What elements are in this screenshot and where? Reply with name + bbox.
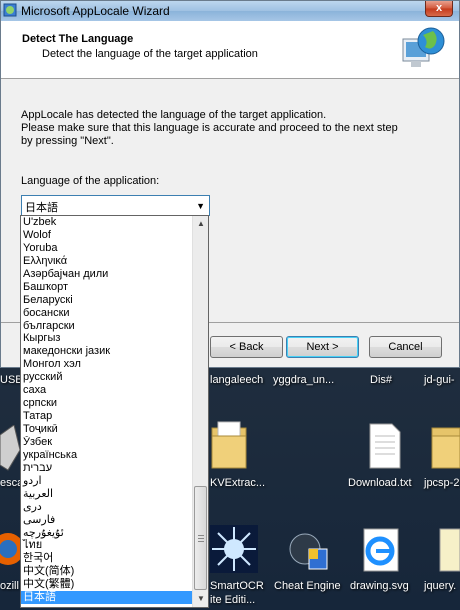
selected-language: 日本語 bbox=[25, 202, 58, 214]
desktop-icon-label[interactable]: Dis# bbox=[370, 374, 392, 386]
desktop-icon-label[interactable]: SmartOCR bbox=[210, 580, 264, 592]
dropdown-option[interactable]: українська bbox=[21, 449, 192, 462]
instruction-line: Please make sure that this language is a… bbox=[21, 122, 398, 134]
dropdown-option[interactable]: български bbox=[21, 320, 192, 333]
language-label: Language of the application: bbox=[21, 175, 160, 187]
dropdown-option[interactable]: עברית bbox=[21, 462, 192, 475]
desktop-icon-label[interactable]: Cheat Engine bbox=[274, 580, 341, 592]
dropdown-option[interactable]: Wolof bbox=[21, 229, 192, 242]
dropdown-option[interactable]: саха bbox=[21, 384, 192, 397]
close-button[interactable]: x bbox=[425, 1, 453, 17]
desktop-icon-label[interactable]: ozill bbox=[0, 580, 19, 592]
window-title: Microsoft AppLocale Wizard bbox=[21, 4, 170, 18]
dropdown-option[interactable]: 中文(简体) bbox=[21, 565, 192, 578]
scrollbar-thumb[interactable] bbox=[194, 486, 207, 590]
scrollbar[interactable]: ▲ ▼ bbox=[192, 216, 208, 607]
cancel-button[interactable]: Cancel bbox=[369, 336, 442, 358]
dropdown-option[interactable]: Yoruba bbox=[21, 242, 192, 255]
desktop-icon-label[interactable]: ite Editi... bbox=[210, 594, 255, 606]
dropdown-option[interactable]: Татар bbox=[21, 410, 192, 423]
desktop-icon-label[interactable]: yggdra_un... bbox=[273, 374, 334, 386]
desktop-icon-label[interactable]: jd-gui- bbox=[424, 374, 455, 386]
ie-icon[interactable] bbox=[360, 527, 404, 573]
dropdown-option[interactable]: 한국어 bbox=[21, 552, 192, 565]
dropdown-option[interactable]: македонски јазик bbox=[21, 345, 192, 358]
folder-icon[interactable] bbox=[210, 420, 250, 470]
page-subtitle: Detect the language of the target applic… bbox=[42, 48, 258, 60]
wizard-header: Detect The Language Detect the language … bbox=[1, 21, 459, 79]
dropdown-option[interactable]: U'zbek bbox=[21, 216, 192, 229]
instruction-line: by pressing "Next". bbox=[21, 135, 114, 147]
dropdown-option[interactable]: босански bbox=[21, 307, 192, 320]
title-bar[interactable]: Microsoft AppLocale Wizard x bbox=[1, 1, 459, 21]
back-button[interactable]: < Back bbox=[210, 336, 283, 358]
dropdown-option[interactable]: Башҡорт bbox=[21, 281, 192, 294]
dropdown-option[interactable]: русский bbox=[21, 371, 192, 384]
instruction-line: AppLocale has detected the language of t… bbox=[21, 109, 327, 121]
chevron-down-icon[interactable]: ▼ bbox=[196, 201, 205, 211]
dropdown-option[interactable]: Ўзбек bbox=[21, 436, 192, 449]
scroll-up-arrow-icon[interactable]: ▲ bbox=[193, 216, 209, 232]
smartocr-icon[interactable] bbox=[210, 525, 258, 573]
folder-icon[interactable] bbox=[430, 420, 460, 470]
dropdown-option[interactable]: دری bbox=[21, 501, 192, 514]
scroll-down-arrow-icon[interactable]: ▼ bbox=[193, 591, 209, 607]
dropdown-option[interactable]: 中文(繁體) bbox=[21, 578, 192, 591]
dropdown-option[interactable]: ئۇيغۇرچە bbox=[21, 527, 192, 540]
desktop-icon-label[interactable]: KVExtrac... bbox=[210, 477, 265, 489]
dropdown-option[interactable]: 日本語 bbox=[21, 591, 192, 605]
dropdown-items: U'zbek Wolof Yoruba Ελληνικά Азәрбајҹан дили… bbox=[21, 216, 192, 607]
dropdown-option[interactable]: ไทย bbox=[21, 539, 192, 552]
dropdown-option[interactable]: Ελληνικά bbox=[21, 255, 192, 268]
desktop-icon-label[interactable]: jquery. bbox=[424, 580, 456, 592]
text-file-icon[interactable] bbox=[438, 527, 460, 573]
firefox-icon[interactable] bbox=[0, 525, 22, 575]
dropdown-option[interactable]: فارسی bbox=[21, 514, 192, 527]
desktop-icon-label[interactable]: drawing.svg bbox=[350, 580, 409, 592]
desktop-icon-label[interactable]: jpcsp-2 bbox=[424, 477, 459, 489]
cheat-engine-icon[interactable] bbox=[285, 527, 331, 573]
dropdown-option[interactable]: Монгол хэл bbox=[21, 358, 192, 371]
escape-icon[interactable] bbox=[0, 425, 20, 475]
page-title: Detect The Language bbox=[22, 33, 134, 45]
text-file-icon[interactable] bbox=[368, 422, 402, 470]
dropdown-option[interactable]: Кыргыз bbox=[21, 332, 192, 345]
dropdown-option[interactable]: اُردو bbox=[21, 475, 192, 488]
globe-computer-icon bbox=[402, 27, 445, 67]
next-button[interactable]: Next > bbox=[286, 336, 359, 358]
dropdown-option[interactable]: Азәрбајҹан дили bbox=[21, 268, 192, 281]
desktop-icon-label[interactable]: langaleech bbox=[210, 374, 263, 386]
dropdown-option[interactable]: српски bbox=[21, 397, 192, 410]
language-dropdown-list[interactable]: U'zbek Wolof Yoruba Ελληνικά Азәрбајҹан дили… bbox=[20, 215, 209, 608]
dropdown-option[interactable]: Беларускі bbox=[21, 294, 192, 307]
app-icon bbox=[3, 3, 17, 17]
language-select[interactable]: 日本語 ▼ bbox=[21, 195, 210, 216]
instructions-text: AppLocale has detected the language of t… bbox=[21, 109, 441, 148]
dropdown-option[interactable]: Тоҷикӣ bbox=[21, 423, 192, 436]
desktop-icon-label[interactable]: Download.txt bbox=[348, 477, 412, 489]
dropdown-option[interactable]: العربية bbox=[21, 488, 192, 501]
